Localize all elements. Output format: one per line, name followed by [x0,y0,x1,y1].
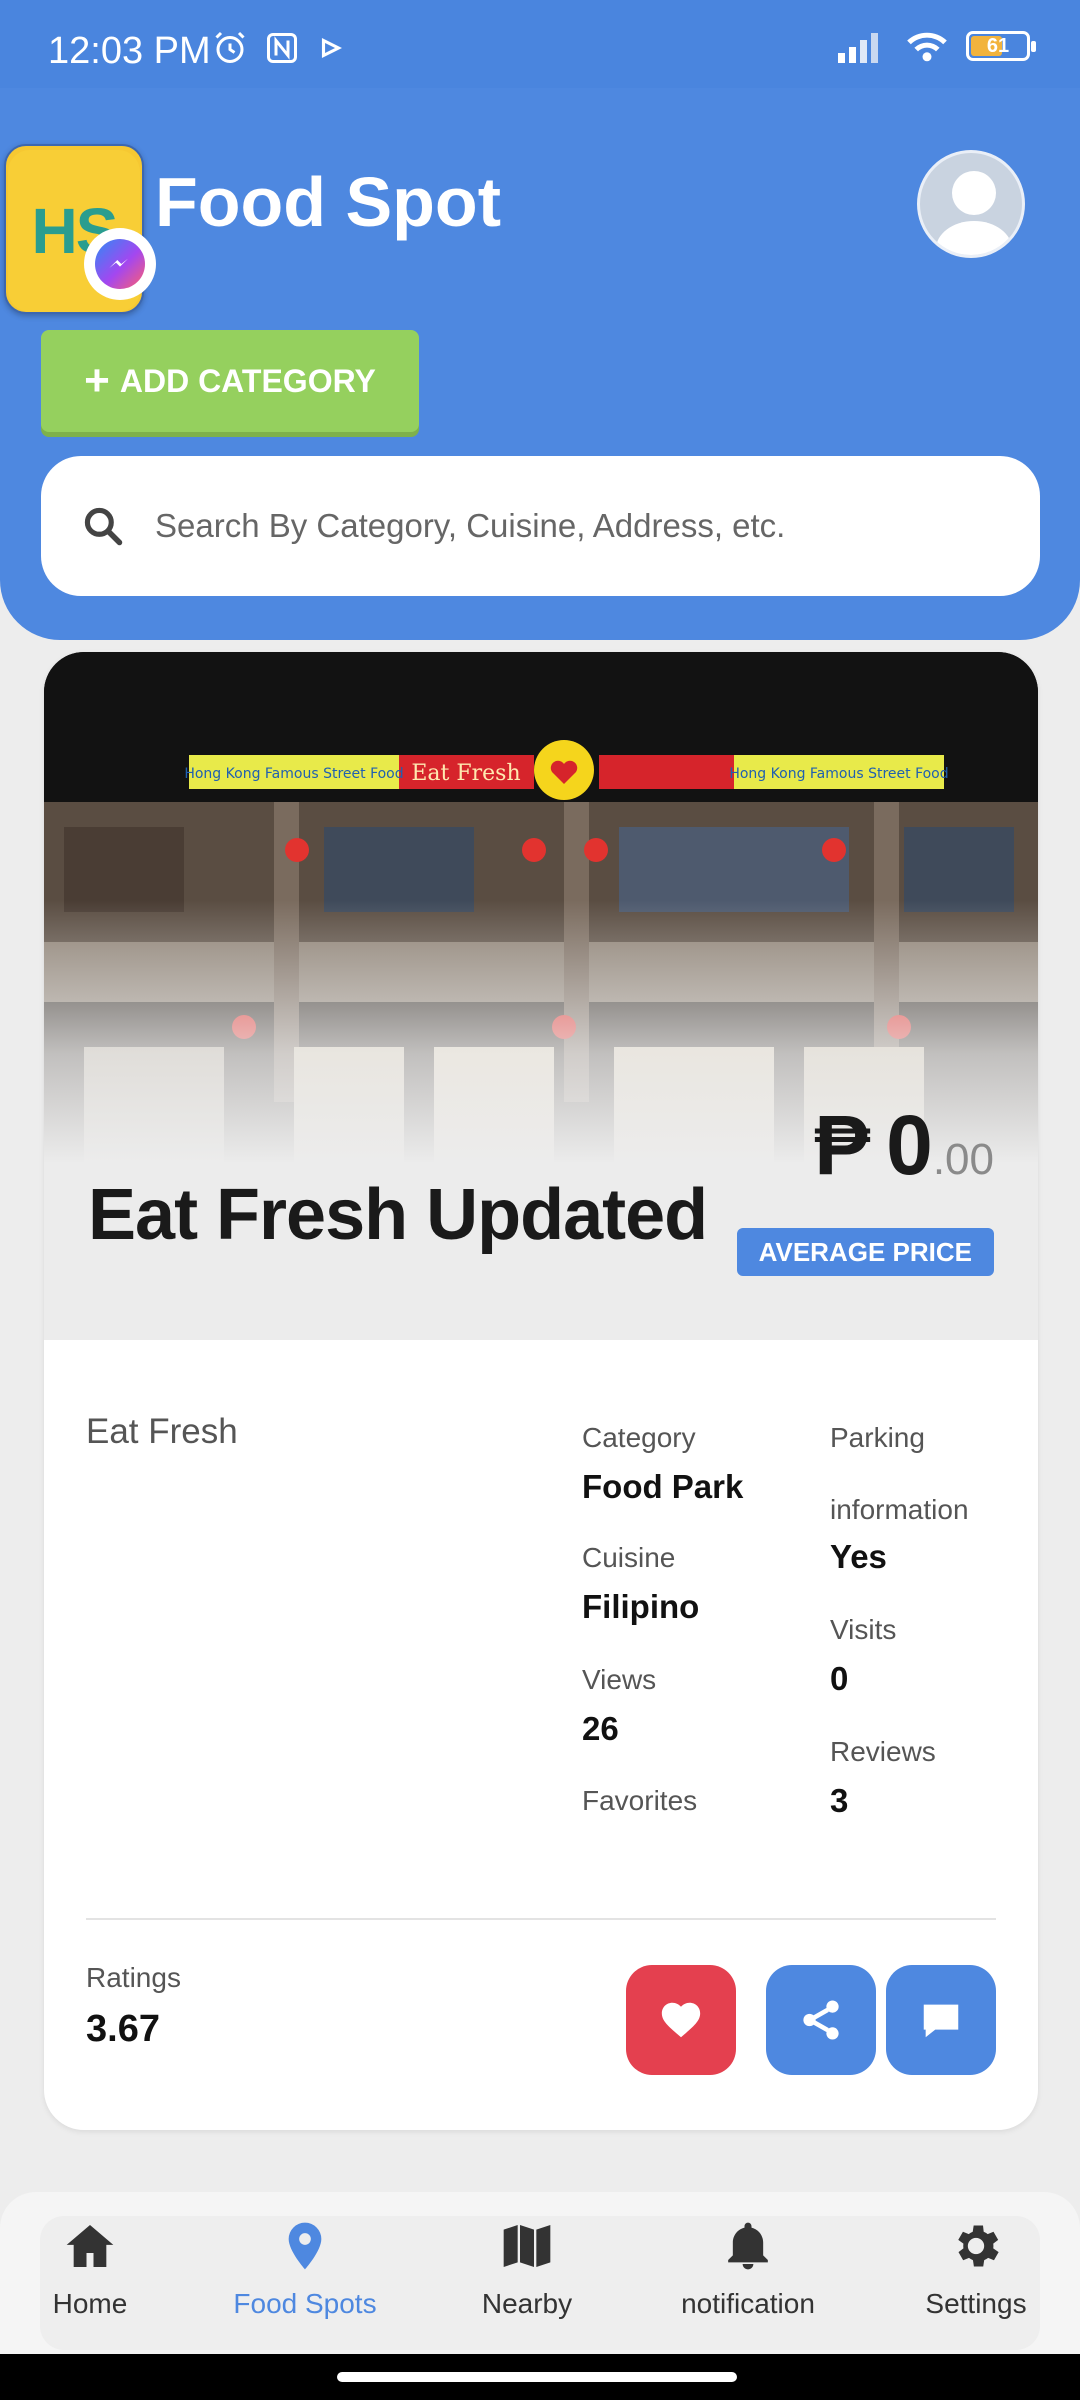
home-icon [66,2225,114,2267]
signal-icon [838,33,878,63]
price-whole: 0 [886,1098,933,1192]
visits-label: Visits [830,1614,897,1645]
add-category-label: ADD CATEGORY [119,362,376,399]
nav-settings[interactable]: Settings [866,2218,1080,2320]
home-indicator[interactable] [337,2372,737,2382]
parking-label: Parking [830,1422,925,1453]
sign-text-center: Eat Fresh [411,761,520,786]
nav-home-label: Home [52,2288,128,2319]
views-label: Views [582,1664,657,1695]
cuisine-label: Cuisine [582,1542,676,1573]
nav-home[interactable]: Home [0,2218,200,2320]
user-avatar[interactable] [917,150,1025,258]
nav-food-spots-label: Food Spots [233,2288,377,2319]
heart-icon [661,2002,701,2038]
share-button[interactable] [766,1965,876,2075]
nav-settings-label: Settings [925,2288,1027,2319]
average-price: ₱ 0 .00 [814,1097,994,1194]
visits-value: 0 [830,1660,849,1697]
cuisine-value: Filipino [582,1588,700,1625]
battery-level: 61 [986,35,1010,57]
messenger-icon [109,258,128,268]
chat-icon [923,2004,959,2038]
nav-nearby-label: Nearby [481,2288,573,2319]
food-spot-card[interactable]: Hong Kong Famous Street Food Eat Fresh H… [44,652,1038,2130]
ratings-value: 3.67 [86,2008,160,2050]
play-icon [321,37,342,59]
share-icon [803,2000,839,2040]
nav-food-spots[interactable]: Food Spots [195,2218,415,2320]
favorites-label: Favorites [582,1785,698,1816]
wifi-icon [907,32,947,62]
search-input[interactable] [155,507,955,545]
message-button[interactable] [886,1965,996,2075]
parking-value: Yes [830,1538,887,1575]
reviews-value: 3 [830,1782,849,1819]
map-pin-icon [288,2222,322,2270]
average-price-badge: AVERAGE PRICE [736,1228,994,1276]
search-icon [84,507,123,546]
store-name: Eat Fresh [86,1412,238,1451]
sign-text-left: Hong Kong Famous Street Food [184,766,403,782]
divider [86,1918,996,1920]
sign-text-right: Hong Kong Famous Street Food [729,766,948,782]
nav-notification[interactable]: notification [638,2218,858,2320]
parking-label-line2: information [830,1494,969,1525]
category-value: Food Park [582,1468,744,1505]
add-category-button[interactable]: + ADD CATEGORY [41,330,419,432]
views-value: 26 [582,1710,619,1747]
food-spot-title: Eat Fresh Updated [88,1175,708,1255]
favorite-button[interactable] [626,1965,736,2075]
category-label: Category [582,1422,696,1453]
map-icon [503,2225,551,2267]
ratings-label: Ratings [86,1962,181,1993]
plus-icon: + [84,356,110,405]
messenger-bubble[interactable] [84,228,156,300]
status-time: 12:03 PM [48,30,211,72]
nfc-icon [267,33,297,63]
reviews-label: Reviews [830,1736,936,1767]
gear-icon [958,2225,999,2267]
system-navigation-bar [0,2354,1080,2400]
app-title: Food Spot [155,163,502,241]
nav-nearby[interactable]: Nearby [417,2218,637,2320]
price-cents: .00 [932,1135,994,1184]
app-logo[interactable]: HS [0,144,156,319]
battery-indicator: 61 [966,31,1036,61]
nav-notification-label: notification [681,2288,815,2319]
bell-icon [728,2222,768,2270]
price-currency: ₱ [814,1098,871,1192]
search-bar[interactable] [41,456,1040,596]
status-bar: 12:03 PM 61 [0,0,1080,88]
alarm-icon [215,31,245,63]
